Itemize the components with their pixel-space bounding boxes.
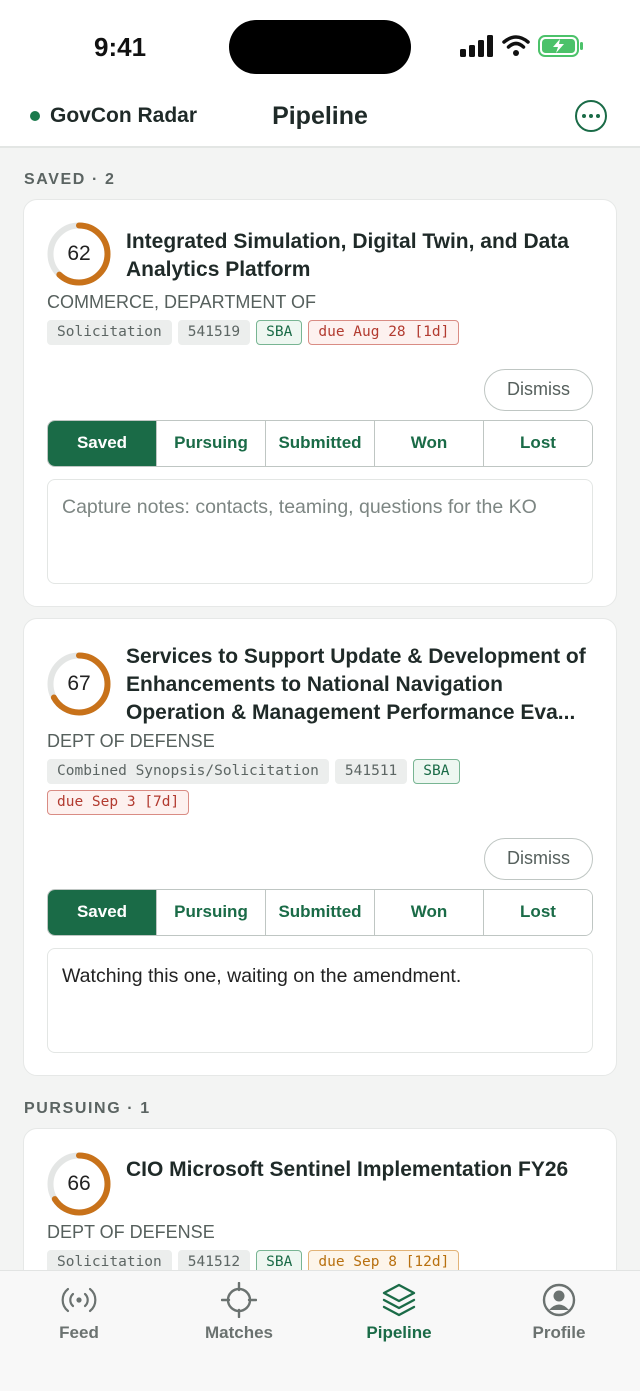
score-value: 62 (67, 242, 91, 265)
notes-field[interactable]: Watching this one, waiting on the amendm… (47, 948, 593, 1053)
tab-pipeline[interactable]: Pipeline (339, 1281, 459, 1343)
notes-field[interactable]: Capture notes: contacts, teaming, questi… (47, 479, 593, 584)
status-icons (460, 34, 584, 58)
dynamic-island (229, 20, 411, 74)
more-dot (589, 114, 593, 118)
dismiss-button[interactable]: Dismiss (484, 838, 593, 880)
set-aside-tag: SBA (413, 759, 460, 784)
app-header: GovCon Radar Pipeline (0, 96, 640, 148)
stage-lost-button[interactable]: Lost (484, 890, 592, 935)
tag-list: Combined Synopsis/Solicitation 541511 SB… (47, 759, 517, 815)
stage-saved-button[interactable]: Saved (48, 421, 157, 466)
user-circle-icon (542, 1283, 576, 1317)
stage-submitted-button[interactable]: Submitted (266, 421, 375, 466)
crosshair-icon (221, 1282, 257, 1318)
tab-feed[interactable]: Feed (19, 1281, 139, 1343)
status-bar: 9:41 (0, 0, 640, 96)
stage-won-button[interactable]: Won (375, 421, 484, 466)
more-dot (582, 114, 586, 118)
opportunity-card[interactable]: 67 Services to Support Update & Developm… (23, 618, 617, 1076)
naics-tag: 541519 (177, 320, 251, 345)
more-options-button[interactable] (575, 100, 607, 132)
opportunity-card[interactable]: 62 Integrated Simulation, Digital Twin, … (23, 199, 617, 607)
opportunity-title[interactable]: Integrated Simulation, Digital Twin, and… (126, 228, 604, 284)
stage-won-button[interactable]: Won (375, 890, 484, 935)
agency-name: COMMERCE, DEPARTMENT OF (47, 292, 317, 312)
tab-label: Pipeline (366, 1323, 432, 1342)
cellular-signal-icon (460, 35, 493, 57)
tab-label: Matches (204, 1323, 274, 1342)
page-title: Pipeline (272, 102, 368, 130)
due-date-tag: due Aug 28 [1d] (308, 320, 460, 345)
section-label-pursuing: PURSUING · 1 (24, 1100, 151, 1117)
stage-lost-button[interactable]: Lost (484, 421, 592, 466)
notice-type-tag: Solicitation (47, 320, 172, 345)
broadcast-icon (61, 1287, 97, 1313)
tab-label: Feed (59, 1323, 99, 1342)
stage-submitted-button[interactable]: Submitted (266, 890, 375, 935)
section-label-saved: SAVED · 2 (24, 171, 116, 188)
opportunity-title[interactable]: CIO Microsoft Sentinel Implementation FY… (126, 1156, 604, 1184)
tab-label: Profile (532, 1323, 586, 1342)
stage-selector: Saved Pursuing Submitted Won Lost (47, 889, 593, 936)
bottom-tab-bar: Feed Matches Pipeline Profile (0, 1270, 640, 1391)
stage-selector: Saved Pursuing Submitted Won Lost (47, 420, 593, 467)
opportunity-title[interactable]: Services to Support Update & Development… (126, 643, 604, 727)
due-date-tag: due Sep 3 [7d] (47, 790, 190, 815)
stage-saved-button[interactable]: Saved (48, 890, 157, 935)
score-value: 67 (67, 672, 91, 695)
battery-charging-icon (538, 35, 583, 57)
tab-profile[interactable]: Profile (499, 1281, 619, 1343)
notice-type-tag: Combined Synopsis/Solicitation (47, 759, 329, 784)
tag-list: Solicitation 541519 SBA due Aug 28 [1d] (47, 320, 517, 345)
naics-tag: 541511 (334, 759, 408, 784)
wifi-icon (502, 35, 530, 56)
set-aside-tag: SBA (256, 320, 303, 345)
dismiss-button[interactable]: Dismiss (484, 369, 593, 411)
status-time: 9:41 (94, 32, 147, 62)
agency-name: DEPT OF DEFENSE (47, 731, 215, 751)
more-dot (596, 114, 600, 118)
layers-icon (382, 1283, 416, 1317)
agency-name: DEPT OF DEFENSE (47, 1222, 215, 1242)
stage-pursuing-button[interactable]: Pursuing (157, 421, 266, 466)
stage-pursuing-button[interactable]: Pursuing (157, 890, 266, 935)
score-value: 66 (67, 1172, 91, 1195)
tab-matches[interactable]: Matches (179, 1281, 299, 1343)
